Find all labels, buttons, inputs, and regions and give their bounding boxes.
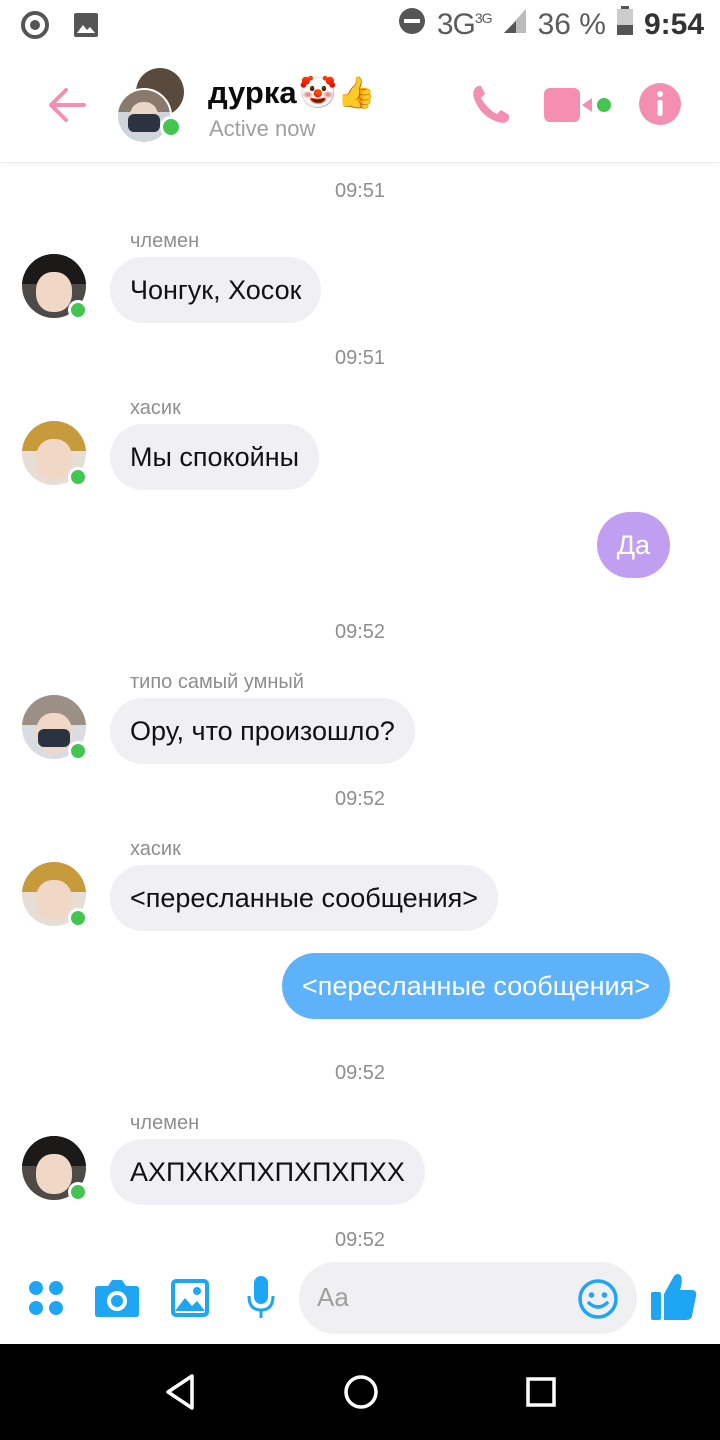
online-indicator xyxy=(68,908,88,928)
my-message-bubble[interactable]: Да xyxy=(596,512,670,578)
battery-text: 36 % xyxy=(537,8,606,41)
online-indicator xyxy=(68,1182,88,1202)
back-arrow-icon[interactable] xyxy=(44,82,90,128)
active-status: Active now xyxy=(209,116,316,141)
network-type: 3G3G xyxy=(436,8,493,41)
dnd-icon xyxy=(397,6,427,44)
message-bubble[interactable]: Мы спокойны xyxy=(110,424,320,490)
title-emojis: 🤡👍 xyxy=(298,75,376,110)
microphone-icon[interactable] xyxy=(246,1276,276,1325)
record-icon xyxy=(20,10,50,45)
timestamp: 09:52 xyxy=(334,1229,386,1251)
chat-header: дурка 🤡👍 Active now xyxy=(0,52,720,163)
image-icon xyxy=(72,11,100,44)
video-call-icon[interactable] xyxy=(544,86,616,129)
my-message-bubble[interactable]: <пересланные сообщения> xyxy=(281,953,670,1019)
emoji-icon[interactable] xyxy=(577,1278,619,1325)
message-bubble[interactable]: Чонгук, Хосок xyxy=(110,257,322,323)
sender-name: типо самый умный xyxy=(130,671,304,693)
message-bubble[interactable]: Ору, что произошло? xyxy=(110,698,415,764)
timestamp: 09:52 xyxy=(334,621,386,643)
chat-title[interactable]: дурка 🤡👍 xyxy=(208,74,376,111)
info-icon[interactable] xyxy=(638,82,682,131)
thumbs-up-icon[interactable] xyxy=(650,1272,698,1327)
sender-name: члемен xyxy=(130,230,200,252)
signal-icon xyxy=(502,7,528,43)
timestamp: 09:52 xyxy=(334,788,386,810)
clock: 9:54 xyxy=(643,8,704,41)
recents-square-icon[interactable] xyxy=(524,1372,558,1417)
sender-name: члемен xyxy=(130,1112,200,1134)
online-indicator xyxy=(68,300,88,320)
input-placeholder: Aa xyxy=(317,1282,349,1312)
timestamp: 09:51 xyxy=(334,347,386,369)
phone-icon[interactable] xyxy=(468,82,512,131)
message-input[interactable]: Aa xyxy=(299,1262,637,1334)
message-bubble[interactable]: АХПХКХПХПХПХПХХ xyxy=(110,1139,425,1205)
group-avatar[interactable] xyxy=(116,68,188,144)
camera-icon[interactable] xyxy=(94,1276,140,1323)
home-circle-icon[interactable] xyxy=(342,1372,380,1417)
system-nav-bar xyxy=(0,1344,720,1440)
online-indicator xyxy=(68,467,88,487)
message-composer: Aa xyxy=(0,1258,720,1342)
apps-icon[interactable] xyxy=(28,1280,64,1321)
message-bubble[interactable]: <пересланные сообщения> xyxy=(110,865,499,931)
online-indicator xyxy=(160,116,182,138)
timestamp: 09:52 xyxy=(334,1062,386,1084)
status-bar: 3G3G 36 % 9:54 xyxy=(0,0,720,52)
sender-name: хасик xyxy=(130,838,181,860)
back-triangle-icon[interactable] xyxy=(164,1372,196,1417)
sender-name: хасик xyxy=(130,397,181,419)
battery-icon xyxy=(616,6,634,44)
gallery-icon[interactable] xyxy=(170,1278,210,1323)
online-indicator xyxy=(68,741,88,761)
timestamp: 09:51 xyxy=(334,180,386,202)
